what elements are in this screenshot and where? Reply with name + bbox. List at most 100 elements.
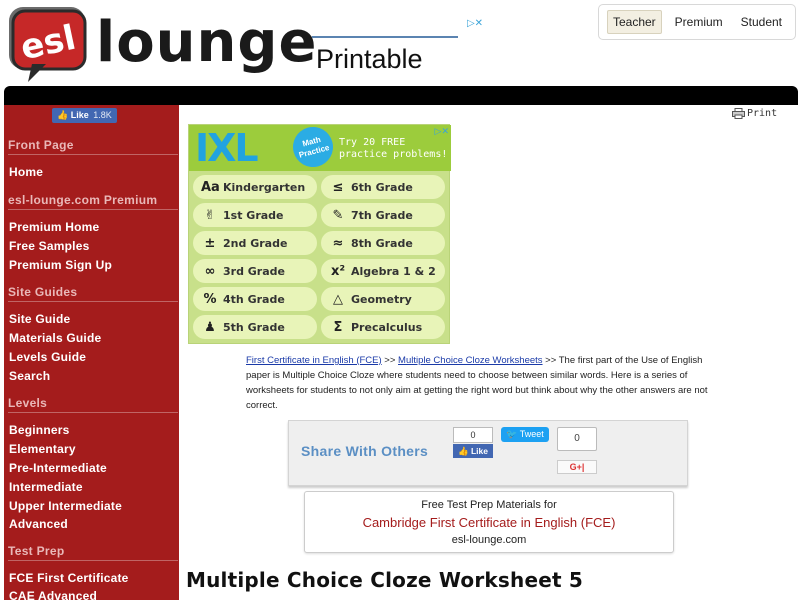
sidebar-item-materials-guide[interactable]: Materials Guide (9, 331, 101, 345)
sidebar-item-upper-intermediate[interactable]: Upper Intermediate (9, 499, 122, 513)
ixl-grade-8th[interactable]: ≈8th Grade (321, 231, 445, 255)
fb-like-count: 1.8K (93, 110, 112, 120)
sidebar-item-site-guide[interactable]: Site Guide (9, 312, 70, 326)
sidebar-heading-levels: Levels (8, 396, 178, 413)
ixl-grade-geometry[interactable]: △ Geometry (321, 287, 445, 311)
breadcrumb-separator: >> (381, 355, 399, 366)
page-title: Multiple Choice Cloze Worksheet 5 (186, 568, 584, 592)
sidebar-item-advanced[interactable]: Advanced (9, 517, 68, 531)
facebook-like-button[interactable]: 👍 Like 1.8K (52, 108, 117, 123)
nav-teacher[interactable]: Teacher (606, 10, 662, 34)
ixl-grade-algebra[interactable]: x² Algebra 1 & 2 (321, 259, 445, 283)
adchoices-icon[interactable]: ▷✕ (435, 126, 449, 137)
logo-speech-bubble-icon: esl (9, 7, 87, 82)
x-squared-icon: x² (330, 263, 346, 279)
thumbs-up-icon: 👍 (57, 110, 69, 120)
header-bar (4, 86, 798, 105)
pencil-icon: ✎ (332, 207, 344, 223)
ixl-grade-7th[interactable]: ✎ 7th Grade (321, 203, 445, 227)
test-prep-box[interactable]: Free Test Prep Materials for Cambridge F… (304, 491, 674, 553)
ad-text: Printable (316, 44, 423, 74)
sidebar-item-pre-intermediate[interactable]: Pre-Intermediate (9, 461, 107, 475)
sidebar-item-free-samples[interactable]: Free Samples (9, 239, 89, 253)
print-label: Print (747, 108, 778, 119)
sidebar-item-premium-home[interactable]: Premium Home (9, 220, 99, 234)
ixl-ad-header: IXL Math Practice Try 20 FREE practice p… (189, 122, 451, 172)
ixl-ad[interactable]: IXL Math Practice Try 20 FREE practice p… (188, 122, 451, 344)
share-title: Share With Others (301, 443, 429, 459)
sidebar-item-levels-guide[interactable]: Levels Guide (9, 350, 86, 364)
print-button[interactable]: Print (732, 108, 777, 119)
ixl-try-text: Try 20 FREE practice problems! (339, 137, 447, 161)
ixl-grade-5th[interactable]: ♟ 5th Grade (193, 315, 317, 339)
ixl-logo: IXL (195, 126, 259, 170)
approx-icon: ≈ (332, 235, 344, 251)
grade-label: 3rd Grade (223, 264, 285, 278)
sidebar-item-intermediate[interactable]: Intermediate (9, 480, 83, 494)
sidebar-heading-front-page: Front Page (8, 138, 178, 155)
logo-text: lounge (96, 10, 318, 75)
sidebar: 👍 Like 1.8K Front Page Home esl-lounge.c… (4, 105, 179, 600)
nav-student[interactable]: Student (736, 11, 787, 33)
ixl-try-line1: Try 20 FREE (339, 137, 406, 148)
sidebar-item-search[interactable]: Search (9, 369, 50, 383)
triangle-icon: △ (333, 291, 343, 307)
ixl-grade-1st[interactable]: ✌ 1st Grade (193, 203, 317, 227)
ixl-grade-precalculus[interactable]: Σ Precalculus (321, 315, 445, 339)
prep-line2[interactable]: Cambridge First Certificate in English (… (305, 515, 673, 530)
ixl-math-badge: Math Practice (288, 122, 338, 172)
plus-minus-icon: ± (204, 235, 216, 251)
intro-paragraph: First Certificate in English (FCE) >> Mu… (246, 353, 722, 413)
fb-share-like-button[interactable]: 👍 Like (453, 444, 493, 458)
sidebar-item-beginners[interactable]: Beginners (9, 423, 69, 437)
grade-label: Geometry (351, 292, 412, 306)
sidebar-item-premium-sign-up[interactable]: Premium Sign Up (9, 258, 112, 272)
letters-icon: Aa (201, 179, 220, 195)
grade-label: 4th Grade (223, 292, 285, 306)
facebook-share: 0 👍 Like (453, 427, 493, 459)
ixl-grade-3rd[interactable]: ∞ 3rd Grade (193, 259, 317, 283)
grade-label: 1st Grade (223, 208, 284, 222)
infinity-icon: ∞ (204, 263, 216, 279)
sidebar-item-cae[interactable]: CAE Advanced (9, 589, 97, 600)
grade-label: 7th Grade (351, 208, 413, 222)
sidebar-item-fce[interactable]: FCE First Certificate (9, 571, 129, 585)
gplus-count: 0 (557, 427, 597, 451)
sidebar-heading-test-prep: Test Prep (8, 544, 178, 561)
less-equal-icon: ≤ (332, 179, 344, 195)
tweet-button[interactable]: 🐦 Tweet (501, 427, 549, 442)
prep-line3: esl-lounge.com (451, 534, 527, 546)
sidebar-heading-site-guides: Site Guides (8, 285, 178, 302)
sidebar-item-elementary[interactable]: Elementary (9, 442, 76, 456)
thumbs-up-icon: 👍 (458, 446, 469, 456)
ad-divider (312, 36, 458, 38)
twitter-bird-icon: 🐦 (506, 429, 518, 439)
breadcrumb-link-fce[interactable]: First Certificate in English (FCE) (246, 355, 382, 366)
gplus-button[interactable]: G+| (557, 460, 597, 474)
sidebar-heading-premium: esl-lounge.com Premium (8, 193, 178, 210)
top-ad-banner[interactable]: Printable ▷✕ (312, 18, 488, 80)
ixl-grade-2nd[interactable]: ±2nd Grade (193, 231, 317, 255)
ixl-grade-6th[interactable]: ≤6th Grade (321, 175, 445, 199)
fb-share-label: Like (470, 446, 488, 456)
grade-label: Precalculus (351, 320, 423, 334)
grade-label: 6th Grade (351, 180, 413, 194)
site-logo[interactable]: esl lounge (6, 4, 316, 84)
ixl-grade-4th[interactable]: % 4th Grade (193, 287, 317, 311)
sidebar-item-home[interactable]: Home (9, 165, 43, 179)
adchoices-icon[interactable]: ▷✕ (462, 18, 488, 30)
fb-share-count: 0 (453, 427, 493, 443)
grade-label: Kindergarten (223, 180, 306, 194)
ixl-try-line2: practice problems! (339, 149, 448, 160)
nav-premium[interactable]: Premium (670, 11, 728, 33)
grade-label: 8th Grade (351, 236, 413, 250)
tweet-label: Tweet (519, 429, 544, 439)
breadcrumb-link-cloze[interactable]: Multiple Choice Cloze Worksheets (398, 355, 543, 366)
prep-line1: Free Test Prep Materials for (421, 499, 557, 511)
grade-label: 5th Grade (223, 320, 285, 334)
ixl-grade-kindergarten[interactable]: Aa Kindergarten (193, 175, 317, 199)
hand-icon: ✌ (204, 207, 216, 223)
grade-label: 2nd Grade (223, 236, 288, 250)
breadcrumb-separator: >> (542, 355, 559, 366)
audience-nav: Teacher Premium Student (598, 4, 796, 40)
